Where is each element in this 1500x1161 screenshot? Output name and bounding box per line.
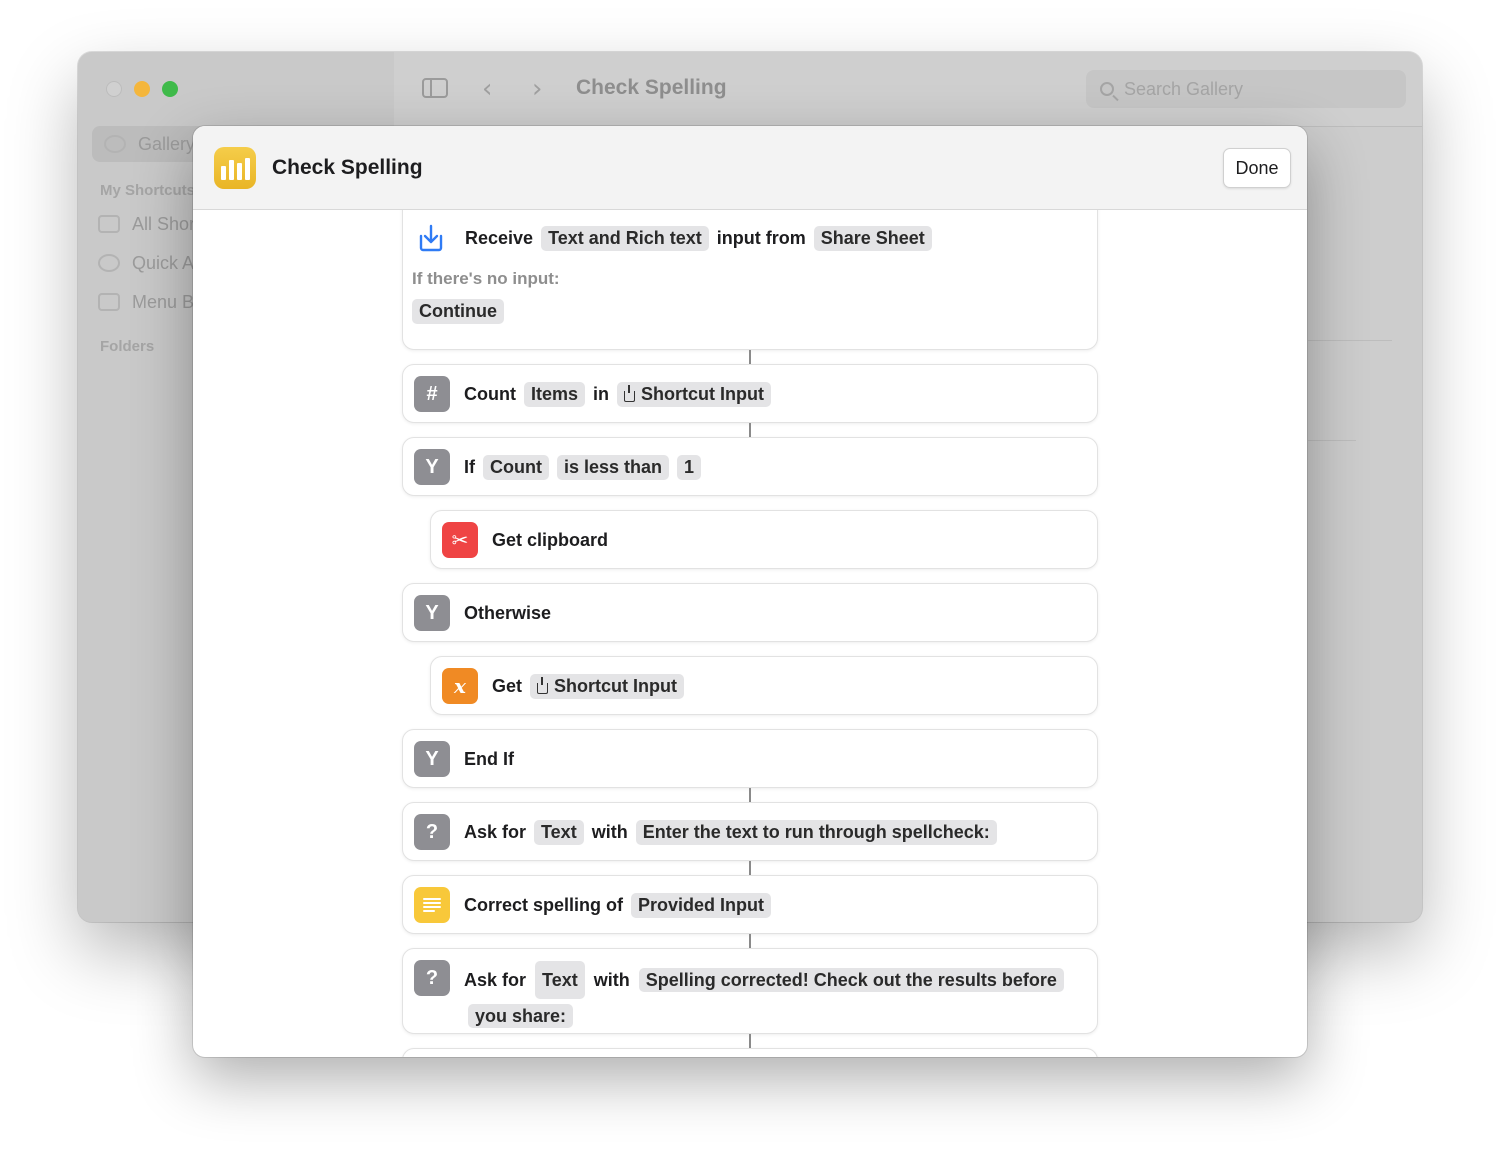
gallery-icon [104,135,126,153]
correct-target-token[interactable]: Provided Input [631,892,772,918]
ask-for-label: Ask for [464,821,527,842]
shortcut-editor-sheet: Check Spelling Done Receive Text and Ric… [193,126,1307,1057]
count-what-token[interactable]: Items [523,381,586,407]
search-placeholder: Search Gallery [1124,78,1244,99]
sidebar-toggle-icon[interactable] [422,78,448,98]
ask-prompt-token[interactable]: Enter the text to run through spellcheck… [635,819,997,845]
ask-type-token[interactable]: Text [534,819,584,845]
action-get-clipboard[interactable]: ✂ Get clipboard [430,510,1098,569]
scissors-icon: ✂ [442,522,478,558]
ask-with-label: with [591,821,628,842]
action-ask-for-input[interactable]: ? Ask for Text with Enter the text to ru… [402,802,1098,861]
sidebar-section-my-shortcuts: My Shortcuts [100,182,196,199]
action-next[interactable] [402,1048,1098,1057]
actions-list[interactable]: Receive Text and Rich text input from Sh… [193,210,1307,1057]
action-ask-for-input[interactable]: ? Ask for Text with Spelling corrected! … [402,948,1098,1034]
forward-chevron-icon[interactable]: › [532,74,542,104]
flow-connector [749,350,751,364]
ask-with-label: with [593,970,630,990]
menu-bar-icon [98,293,120,311]
sheet-title: Check Spelling [272,156,423,179]
ask-for-label: Ask for [464,970,527,990]
flow-connector [749,861,751,875]
divider [1308,440,1356,441]
if-condition-token[interactable]: is less than [556,454,670,480]
receive-label: Receive [465,227,534,248]
text-lines-icon [414,887,450,923]
action-get-variable[interactable]: x Get Shortcut Input [430,656,1098,715]
toolbar: ‹ › Check Spelling Search Gallery [394,52,1422,127]
input-types-token[interactable]: Text and Rich text [541,225,709,251]
close-button[interactable] [106,81,122,97]
search-field[interactable]: Search Gallery [1086,70,1406,108]
get-target-token[interactable]: Shortcut Input [530,673,684,699]
receive-input-icon [419,224,443,252]
shortcut-input-icon [624,384,636,402]
zoom-button[interactable] [162,81,178,97]
end-if-label: End If [464,748,514,769]
hash-icon: # [414,376,450,412]
otherwise-label: Otherwise [464,602,552,623]
correct-spelling-label: Correct spelling of [464,894,624,915]
get-label: Get [492,675,523,696]
input-source-token[interactable]: Share Sheet [813,225,932,251]
branch-icon: Y [414,741,450,777]
if-value-token[interactable]: 1 [677,454,702,480]
action-correct-spelling[interactable]: Correct spelling of Provided Input [402,875,1098,934]
flow-connector [749,934,751,948]
no-input-label: If there's no input: [412,269,560,288]
divider [1308,340,1392,341]
flow-connector [749,423,751,437]
flow-connector [749,1034,751,1048]
action-if[interactable]: Y If Count is less than 1 [402,437,1098,496]
action-count[interactable]: # Count Items in Shortcut Input [402,364,1098,423]
input-from-label: input from [716,227,806,248]
done-button[interactable]: Done [1223,148,1291,188]
if-label: If [464,456,475,477]
if-variable-token[interactable]: Count [483,454,549,480]
count-label: Count [464,383,516,404]
action-receive-input[interactable]: Receive Text and Rich text input from Sh… [402,210,1098,350]
grid-icon [98,215,120,233]
no-input-action-token[interactable]: Continue [412,299,504,324]
gear-icon [98,254,120,272]
shortcut-input-icon [537,676,549,694]
question-icon: ? [414,960,450,996]
branch-icon: Y [414,595,450,631]
action-otherwise[interactable]: Y Otherwise [402,583,1098,642]
ask-type-token[interactable]: Text [535,961,585,999]
search-icon [1100,82,1114,96]
sidebar-section-folders: Folders [100,338,155,355]
minimize-button[interactable] [134,81,150,97]
back-chevron-icon[interactable]: ‹ [482,74,492,104]
branch-icon: Y [414,449,450,485]
count-target-token[interactable]: Shortcut Input [617,381,771,407]
action-end-if[interactable]: Y End If [402,729,1098,788]
get-clipboard-label: Get clipboard [492,529,609,550]
sheet-header: Check Spelling Done [193,126,1307,210]
question-icon: ? [414,814,450,850]
window-title: Check Spelling [576,76,727,99]
variable-icon: x [442,668,478,704]
count-in-label: in [593,383,610,404]
flow-connector [749,788,751,802]
shortcut-library-icon [214,147,256,189]
